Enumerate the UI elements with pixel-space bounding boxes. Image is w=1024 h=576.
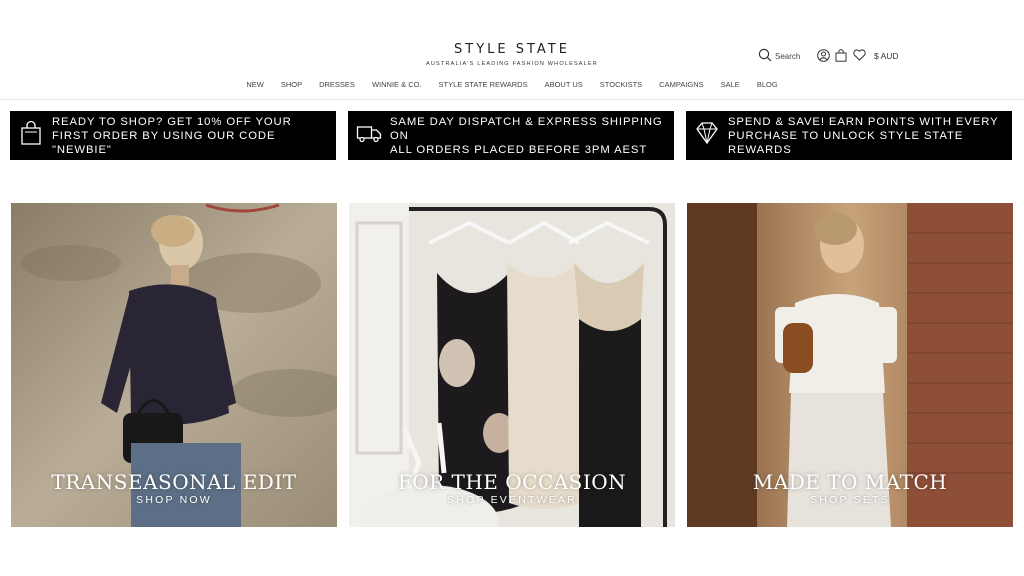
category-tile-occasion[interactable]: FOR THE OCCASION SHOP EVENTWEAR <box>349 203 675 527</box>
nav-item-about-us[interactable]: ABOUT US <box>545 80 583 89</box>
promo-banner-text: SPEND & SAVE! EARN POINTS WITH EVERY PUR… <box>728 115 999 156</box>
site-logo[interactable]: STYLE STATE <box>0 42 1024 57</box>
category-tile-made-to-match[interactable]: MADE TO MATCH SHOP SETS <box>687 203 1013 527</box>
nav-item-new[interactable]: NEW <box>246 80 264 89</box>
nav-item-rewards[interactable]: STYLE STATE REWARDS <box>439 80 528 89</box>
cart-bag-icon[interactable] <box>834 48 848 62</box>
tile-cta[interactable]: SHOP SETS <box>687 494 1013 506</box>
main-nav: NEW SHOP DRESSES WINNIE & CO. STYLE STAT… <box>0 80 1024 89</box>
tile-title: TRANSEASONAL EDIT <box>51 470 297 494</box>
delivery-truck-icon <box>356 120 382 151</box>
nav-item-dresses[interactable]: DRESSES <box>319 80 355 89</box>
nav-item-winnie-co[interactable]: WINNIE & CO. <box>372 80 422 89</box>
search-label: Search <box>775 51 801 61</box>
tile-cta[interactable]: SHOP EVENTWEAR <box>349 494 675 506</box>
diamond-icon <box>694 120 720 151</box>
nav-item-sale[interactable]: SALE <box>721 80 740 89</box>
category-tile-transeasonal[interactable]: TRANSEASONAL EDIT SHOP NOW <box>11 203 337 527</box>
nav-item-shop[interactable]: SHOP <box>281 80 302 89</box>
nav-item-campaigns[interactable]: CAMPAIGNS <box>659 80 703 89</box>
promo-banner-rewards[interactable]: SPEND & SAVE! EARN POINTS WITH EVERY PUR… <box>686 111 1012 160</box>
promo-banner-text: READY TO SHOP? GET 10% OFF YOUR FIRST OR… <box>52 115 292 156</box>
tile-title: MADE TO MATCH <box>752 470 948 494</box>
promo-banner-newbie[interactable]: READY TO SHOP? GET 10% OFF YOUR FIRST OR… <box>10 111 336 160</box>
search-button[interactable]: Search <box>758 48 800 64</box>
tile-cta[interactable]: SHOP NOW <box>11 494 337 506</box>
site-header: STYLE STATE AUSTRALIA'S LEADING FASHION … <box>0 0 1024 100</box>
promo-banner-text: SAME DAY DISPATCH & EXPRESS SHIPPING ON … <box>390 115 663 156</box>
tile-title: FOR THE OCCASION <box>397 470 627 494</box>
account-icon[interactable] <box>816 48 830 62</box>
search-icon <box>758 48 772 64</box>
currency-selector[interactable]: $ AUD <box>874 51 899 61</box>
wishlist-heart-icon[interactable] <box>852 48 866 62</box>
nav-item-blog[interactable]: BLOG <box>757 80 778 89</box>
promo-banner-shipping[interactable]: SAME DAY DISPATCH & EXPRESS SHIPPING ON … <box>348 111 674 160</box>
shopping-bag-icon <box>18 120 44 151</box>
site-tagline: AUSTRALIA'S LEADING FASHION WHOLESALER <box>426 61 598 67</box>
nav-item-stockists[interactable]: STOCKISTS <box>600 80 642 89</box>
